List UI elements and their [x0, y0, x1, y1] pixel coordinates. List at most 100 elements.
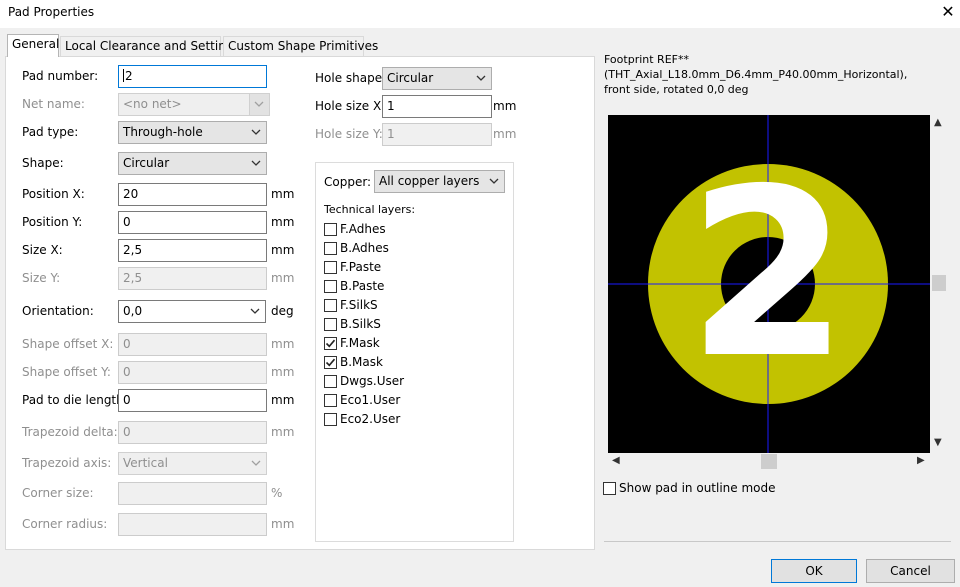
hole-size-y-unit: mm	[493, 127, 517, 141]
orientation-label: Orientation:	[22, 304, 94, 318]
layer-checkbox[interactable]	[324, 223, 337, 236]
corner-size-input	[118, 482, 267, 505]
outline-mode-checkbox[interactable]	[603, 482, 616, 495]
shape-value: Circular	[123, 156, 170, 170]
preview-horizontal-scrollbar[interactable]: ◀ ▶	[608, 453, 930, 470]
trapezoid-axis-label: Trapezoid axis:	[22, 456, 112, 470]
window-title: Pad Properties	[8, 5, 95, 19]
pad-number-input[interactable]: 2	[118, 65, 267, 88]
vertical-scroll-thumb[interactable]	[932, 275, 946, 291]
size-y-input: 2,5	[118, 267, 267, 290]
net-name-select: <no net>	[118, 93, 270, 116]
scroll-left-icon[interactable]: ◀	[612, 455, 620, 466]
position-x-unit: mm	[271, 187, 295, 201]
copper-layers-select[interactable]: All copper layers	[374, 170, 505, 193]
position-y-unit: mm	[271, 215, 295, 229]
pad-number-label: Pad number:	[22, 69, 99, 83]
chevron-down-icon	[251, 460, 261, 466]
layer-checkbox[interactable]	[324, 280, 337, 293]
layers-group	[315, 162, 514, 542]
hole-shape-label: Hole shape:	[315, 71, 387, 85]
shape-offset-y-input: 0	[118, 361, 267, 384]
scroll-right-icon[interactable]: ▶	[917, 455, 925, 466]
chevron-down-icon	[251, 129, 261, 135]
cancel-button[interactable]: Cancel	[866, 559, 955, 583]
copper-label: Copper:	[324, 175, 372, 189]
preview-caption-line-2: front side, rotated 0,0 deg	[604, 83, 749, 96]
size-x-input[interactable]: 2,5	[118, 239, 267, 262]
hole-size-x-unit: mm	[493, 99, 517, 113]
hole-shape-value: Circular	[387, 71, 434, 85]
pad-number-value: 2	[125, 69, 133, 83]
corner-radius-label: Corner radius:	[22, 517, 108, 531]
size-x-unit: mm	[271, 243, 295, 257]
text-caret	[123, 69, 124, 82]
trapezoid-axis-select: Vertical	[118, 452, 267, 475]
pad-type-select[interactable]: Through-hole	[118, 121, 267, 144]
size-y-unit: mm	[271, 271, 295, 285]
pad-to-die-input[interactable]: 0	[118, 389, 267, 412]
position-x-label: Position X:	[22, 187, 85, 201]
layer-name: Eco2.User	[340, 412, 401, 426]
tab-custom-shape-primitives[interactable]: Custom Shape Primitives	[223, 36, 378, 56]
checkmark-icon	[325, 358, 336, 367]
layer-checkbox[interactable]	[324, 337, 337, 350]
pad-type-label: Pad type:	[22, 125, 79, 139]
tab-local-clearance[interactable]: Local Clearance and Settings	[60, 36, 240, 56]
chevron-down-icon	[250, 308, 260, 314]
position-x-input[interactable]: 20	[118, 183, 267, 206]
pad-preview-canvas[interactable]: 2	[608, 115, 930, 453]
corner-size-label: Corner size:	[22, 486, 94, 500]
scroll-down-icon[interactable]: ▼	[934, 437, 942, 448]
shape-select[interactable]: Circular	[118, 152, 267, 175]
ok-button[interactable]: OK	[771, 559, 857, 583]
layer-name: B.Mask	[340, 355, 383, 369]
layer-name: B.SilkS	[340, 317, 381, 331]
layer-checkbox[interactable]	[324, 356, 337, 369]
shape-offset-x-label: Shape offset X:	[22, 337, 114, 351]
layer-name: F.Adhes	[340, 222, 386, 236]
net-name-value: <no net>	[123, 97, 182, 111]
layer-checkbox[interactable]	[324, 242, 337, 255]
layer-checkbox[interactable]	[324, 318, 337, 331]
layer-checkbox[interactable]	[324, 413, 337, 426]
divider	[604, 541, 951, 542]
tab-general[interactable]: General	[7, 34, 59, 57]
outline-mode-label: Show pad in outline mode	[619, 481, 776, 495]
layer-checkbox[interactable]	[324, 394, 337, 407]
layer-name: Eco1.User	[340, 393, 401, 407]
position-y-input[interactable]: 0	[118, 211, 267, 234]
layer-name: F.Paste	[340, 260, 382, 274]
shape-offset-y-unit: mm	[271, 365, 295, 379]
horizontal-scroll-thumb[interactable]	[761, 454, 777, 469]
corner-radius-unit: mm	[271, 517, 295, 531]
layer-checkbox[interactable]	[324, 261, 337, 274]
close-button[interactable]: ✕	[940, 3, 956, 21]
pad-number-overlay: 2	[687, 139, 848, 409]
hole-size-x-label: Hole size X:	[315, 99, 386, 113]
corner-size-unit: %	[271, 486, 283, 500]
pad-preview-drawing: 2	[608, 115, 930, 453]
layer-checkbox[interactable]	[324, 375, 337, 388]
orientation-unit: deg	[271, 304, 294, 318]
shape-offset-x-unit: mm	[271, 337, 295, 351]
hole-size-x-input[interactable]: 1	[382, 95, 492, 118]
title-bar: Pad Properties ✕	[0, 0, 960, 28]
preview-vertical-scrollbar[interactable]: ▲ ▼	[930, 115, 948, 453]
chevron-down-icon	[254, 101, 264, 107]
preview-caption-line-1: Footprint REF** (THT_Axial_L18.0mm_D6.4m…	[604, 53, 908, 81]
shape-offset-y-label: Shape offset Y:	[22, 365, 111, 379]
scroll-up-icon[interactable]: ▲	[934, 117, 942, 128]
layer-checkbox[interactable]	[324, 299, 337, 312]
corner-radius-input	[118, 513, 267, 536]
preview-caption: Footprint REF** (THT_Axial_L18.0mm_D6.4m…	[604, 52, 960, 97]
size-y-label: Size Y:	[22, 271, 61, 285]
trapezoid-delta-unit: mm	[271, 425, 295, 439]
technical-layers-label: Technical layers:	[324, 203, 416, 216]
hole-shape-select[interactable]: Circular	[382, 67, 492, 90]
hole-size-y-label: Hole size Y:	[315, 127, 383, 141]
layer-name: F.SilkS	[340, 298, 378, 312]
orientation-combo[interactable]: 0,0	[118, 300, 266, 323]
net-name-label: Net name:	[22, 97, 85, 111]
layer-name: F.Mask	[340, 336, 380, 350]
